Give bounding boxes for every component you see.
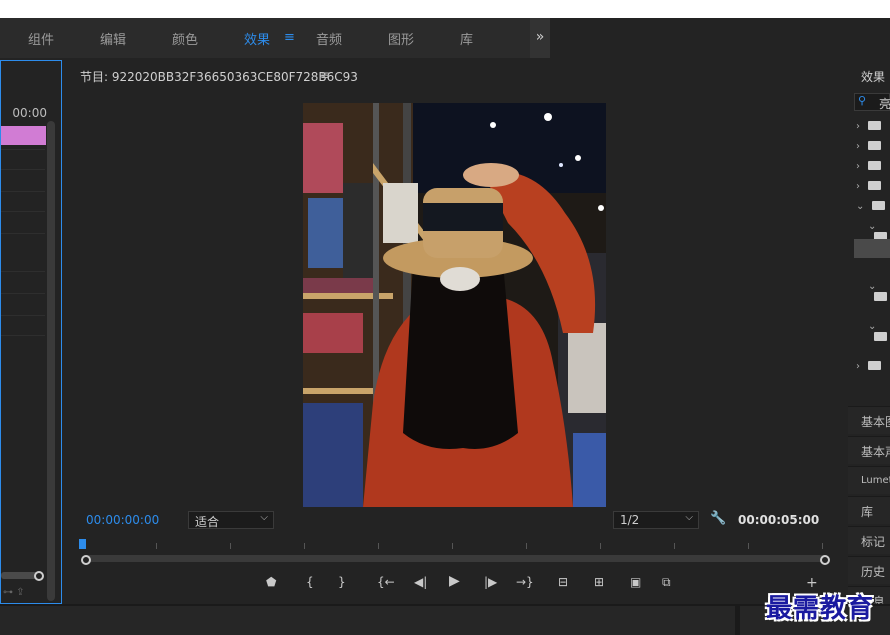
ruler-tick [822, 543, 823, 549]
tree-folder-row[interactable]: › [856, 161, 881, 172]
track-divider [1, 211, 45, 212]
go-to-in-button[interactable]: {← [377, 575, 395, 589]
ruler-tick [378, 543, 379, 549]
video-preview [303, 103, 606, 507]
workspace-tab-libraries[interactable]: 库 [460, 29, 473, 48]
duration-timecode: 00:00:05:00 [738, 513, 820, 527]
watermark-logo: 最需教育 [766, 594, 875, 624]
ruler-tick [600, 543, 601, 549]
workspace-tab-effects[interactable]: 效果 [244, 29, 270, 48]
monitor-title[interactable]: 节目: 922020BB32F36650363CE80F728B6C93 [80, 68, 358, 85]
mark-out-button[interactable]: } [338, 575, 346, 589]
workspace-tab-editing[interactable]: 编辑 [100, 29, 126, 48]
ruler-tick [674, 543, 675, 549]
ruler-tick [452, 543, 453, 549]
panel-tab-essential-graphics[interactable]: 基本图 [848, 406, 890, 434]
track-divider [1, 293, 45, 294]
current-timecode[interactable]: 00:00:00:00 [86, 513, 159, 527]
workspace-tab-assembly[interactable]: 组件 [28, 29, 54, 48]
tree-folder-row[interactable]: › [856, 361, 881, 372]
workspace-tab-graphics[interactable]: 图形 [388, 29, 414, 48]
compare-view-button[interactable]: ⧉ [662, 575, 671, 590]
extract-button[interactable]: ⊞ [594, 575, 604, 589]
tree-folder-row[interactable]: › [856, 121, 881, 132]
panel-tab-lumetri[interactable]: Lumetri [848, 466, 890, 494]
panel-tab-history[interactable]: 历史 [848, 556, 890, 584]
monitor-menu-icon[interactable]: ≡ [320, 68, 330, 82]
timeline-footer-icons: ⊶ ⇪ [3, 587, 25, 598]
lift-button[interactable]: ⊟ [558, 575, 568, 589]
panel-tab-libraries[interactable]: 库 [848, 496, 890, 524]
ruler-tick [304, 543, 305, 549]
track-divider [1, 149, 45, 150]
workspace-tab-audio[interactable]: 音频 [316, 29, 342, 48]
search-icon: ⚲ [858, 94, 867, 107]
tree-folder-row[interactable]: ⌄ [868, 281, 890, 303]
track-divider [1, 315, 45, 316]
chevron-down-icon: ⌵ [685, 512, 693, 523]
wrench-icon[interactable]: 🔧 [710, 511, 726, 526]
video-frame-image [303, 103, 606, 507]
export-frame-button[interactable]: ▣ [630, 575, 641, 589]
top-strip [0, 0, 890, 18]
tree-folder-row[interactable]: › [856, 141, 881, 152]
ruler-tick [526, 543, 527, 549]
effects-panel: 效果 ⚲ 亮 › › › › ⌄ ⌄ ⌄ ⌄ › 基本图 基本声 Lumetri… [848, 60, 890, 609]
tree-folder-row[interactable]: ⌄ [856, 201, 886, 212]
hamburger-icon[interactable]: ≡ [284, 30, 295, 45]
track-divider [1, 191, 45, 192]
panel-tab-essential-sound[interactable]: 基本声 [848, 436, 890, 464]
workspace-overflow-button[interactable]: » [530, 18, 550, 58]
zoom-level-select[interactable]: 适合 ⌵ [188, 511, 274, 529]
timeline-vertical-scrollbar[interactable] [47, 121, 55, 601]
playback-resolution-select[interactable]: 1/2 ⌵ [613, 511, 699, 529]
panel-tab-markers[interactable]: 标记 [848, 526, 890, 554]
step-forward-button[interactable]: |▶ [484, 575, 497, 589]
timeline-zoom-handle[interactable] [34, 571, 44, 581]
step-back-button[interactable]: ◀| [414, 575, 427, 589]
track-divider [1, 233, 45, 234]
workspace-tabs: 组件 编辑 颜色 效果 ≡ 音频 图形 库 » [0, 18, 550, 58]
mark-in-button[interactable]: { [306, 575, 314, 589]
ruler-tick [156, 543, 157, 549]
effects-panel-title[interactable]: 效果 [861, 68, 885, 85]
play-button[interactable]: ▶ [449, 573, 460, 589]
playhead[interactable] [79, 539, 86, 549]
playback-resolution-value: 1/2 [620, 513, 640, 527]
track-divider [1, 335, 45, 336]
effects-search-input[interactable]: ⚲ 亮 [854, 93, 890, 111]
ruler-tick [748, 543, 749, 549]
chevron-down-icon: ⌵ [260, 512, 268, 523]
track-divider [1, 271, 45, 272]
program-monitor: 节目: 922020BB32F36650363CE80F728B6C93 ≡ 0… [64, 60, 844, 604]
zoom-level-value: 适合 [195, 515, 220, 529]
timeline-panel: 00:00 ⊶ ⇪ [0, 60, 62, 604]
ruler-tick [230, 543, 231, 549]
tree-selected-item[interactable] [854, 239, 890, 258]
effects-search-value: 亮 [879, 97, 890, 111]
workspace-bar: 组件 编辑 颜色 效果 ≡ 音频 图形 库 » [0, 18, 890, 58]
timeline-clip[interactable] [1, 126, 46, 145]
timeline-timecode: 00:00 [12, 106, 47, 120]
tree-folder-row[interactable]: › [856, 181, 881, 192]
scrollbar-end-handle[interactable] [820, 555, 830, 565]
bottom-panel [0, 606, 735, 635]
go-to-out-button[interactable]: →} [516, 575, 534, 589]
track-divider [1, 169, 45, 170]
scrollbar-start-handle[interactable] [81, 555, 91, 565]
workspace-tab-color[interactable]: 颜色 [172, 29, 198, 48]
time-ruler[interactable] [82, 540, 826, 554]
monitor-scrollbar[interactable] [86, 555, 826, 562]
tree-folder-row[interactable]: ⌄ [868, 321, 890, 343]
add-marker-button[interactable]: ⬟ [266, 575, 276, 589]
